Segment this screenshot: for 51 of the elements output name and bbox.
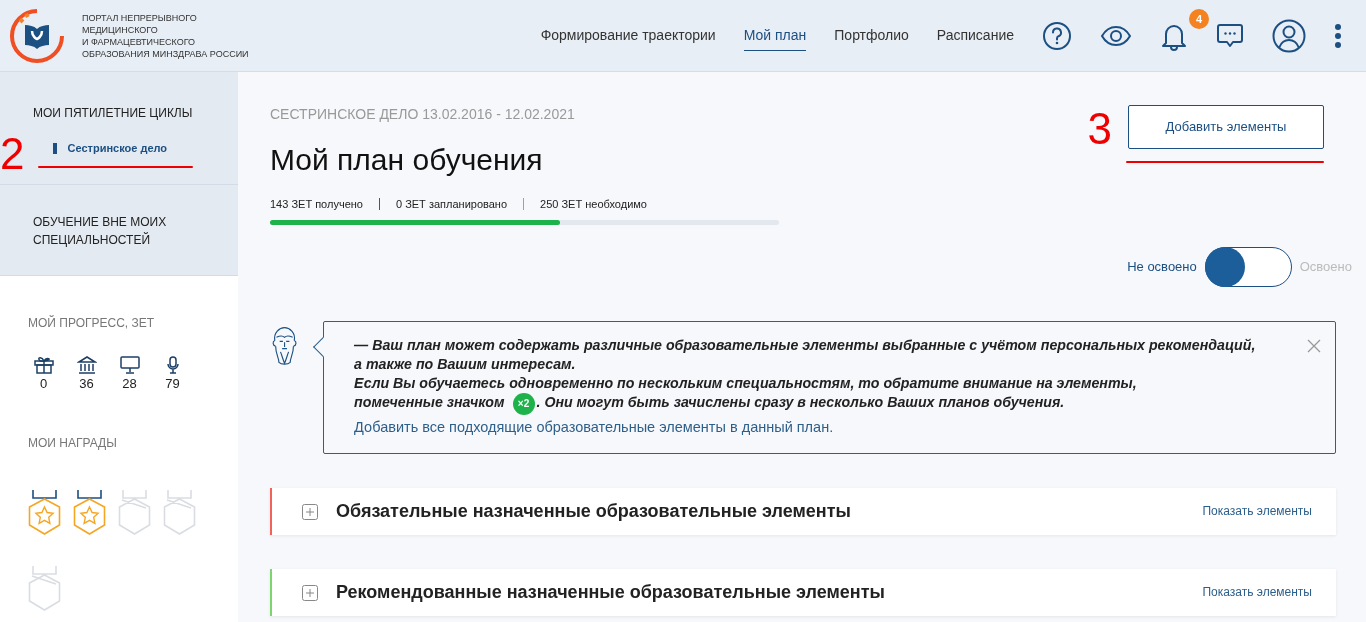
stat-divider: [523, 198, 525, 211]
logo-text: ПОРТАЛ НЕПРЕРЫВНОГО МЕДИЦИНСКОГО И ФАРМАЦЕВТИЧЕСКОГО ОБРАЗОВАНИЯ МИНЗДРАВА РОССИИ: [82, 11, 249, 60]
notice-text: — Ваш план может содержать различные образовательные элементы выбранные с учётом персональных рекомендаций, а также по Вашим интересам.: [354, 335, 1257, 374]
microphone-icon: [165, 356, 180, 374]
bank-icon: [76, 356, 97, 374]
sidebar-item[interactable]: Сестринское дело: [38, 140, 194, 157]
section-title[interactable]: МОИ ПЯТИЛЕТНИЕ ЦИКЛЫ: [0, 72, 200, 122]
notice-text: . Они могут быть зачислены сразу в несколько Ваших планов обучения.: [536, 393, 1065, 410]
show-elements-link[interactable]: Показать элементы: [1202, 583, 1312, 601]
toggle-off-label: Не освоено: [1127, 257, 1197, 276]
add-all-link[interactable]: Добавить все подходящие образовательные элементы в данный план.: [354, 416, 834, 439]
awards-title: МОИ НАГРАДЫ: [28, 434, 118, 452]
toggle-on-label: Освоено: [1299, 257, 1352, 276]
progress-value: 28: [122, 375, 137, 393]
stat-text: 0 ЗЕТ запланировано: [395, 197, 508, 212]
plan-subtitle: СЕСТРИНСКОЕ ДЕЛО 13.02.2016 - 12.02.2021: [270, 105, 576, 124]
toggle-switch[interactable]: [1204, 246, 1292, 287]
logo-icon[interactable]: [8, 6, 66, 65]
show-elements-link[interactable]: Показать элементы: [1202, 502, 1312, 520]
monitor-icon: [119, 356, 140, 374]
help-icon[interactable]: [1042, 20, 1072, 51]
section-title: Рекомендованные назначенные образовательные элементы: [336, 580, 885, 604]
nav-link[interactable]: Мой план: [743, 20, 807, 51]
section-title: Обязательные назначенные образовательные элементы: [336, 499, 851, 523]
progress-value: 0: [39, 375, 48, 393]
stat-divider: [378, 198, 380, 211]
nav-link[interactable]: Формирование траектории: [540, 21, 716, 50]
nav-link[interactable]: Портфолио: [834, 21, 909, 50]
more-icon[interactable]: [1334, 22, 1342, 49]
chat-icon[interactable]: [1216, 22, 1244, 49]
notification-badge: 4: [1189, 8, 1209, 29]
user-icon[interactable]: [1272, 18, 1306, 53]
nav-link[interactable]: Расписание: [936, 21, 1014, 50]
annotation-number: 2: [0, 132, 25, 176]
expand-icon[interactable]: [302, 584, 318, 601]
eye-icon[interactable]: [1100, 24, 1132, 47]
section-title[interactable]: ОБУЧЕНИЕ ВНЕ МОИХ СПЕЦИАЛЬНОСТЕЙ: [0, 185, 200, 249]
progress-value: 79: [165, 375, 180, 393]
multi-plan-badge: ×2: [512, 392, 535, 415]
progress-title: МОЙ ПРОГРЕСС, ЗЕТ: [28, 314, 156, 332]
add-elements-button[interactable]: Добавить элементы: [1128, 105, 1324, 149]
annotation-number: 3: [1087, 107, 1112, 155]
stat-text: 143 ЗЕТ получено: [270, 197, 363, 212]
page-title: Мой план обучения: [270, 142, 544, 178]
notice-text: Если Вы обучаетесь одновременно по нескольким специальностям, то обратите внимание на элементы,: [354, 373, 1138, 393]
close-icon[interactable]: [1307, 339, 1321, 354]
progress-value: 36: [79, 375, 94, 393]
gift-icon: [33, 356, 54, 374]
notice-text: помеченные значком: [354, 393, 505, 410]
expand-icon[interactable]: [302, 503, 318, 520]
stat-text: 250 ЗЕТ необходимо: [540, 197, 647, 212]
